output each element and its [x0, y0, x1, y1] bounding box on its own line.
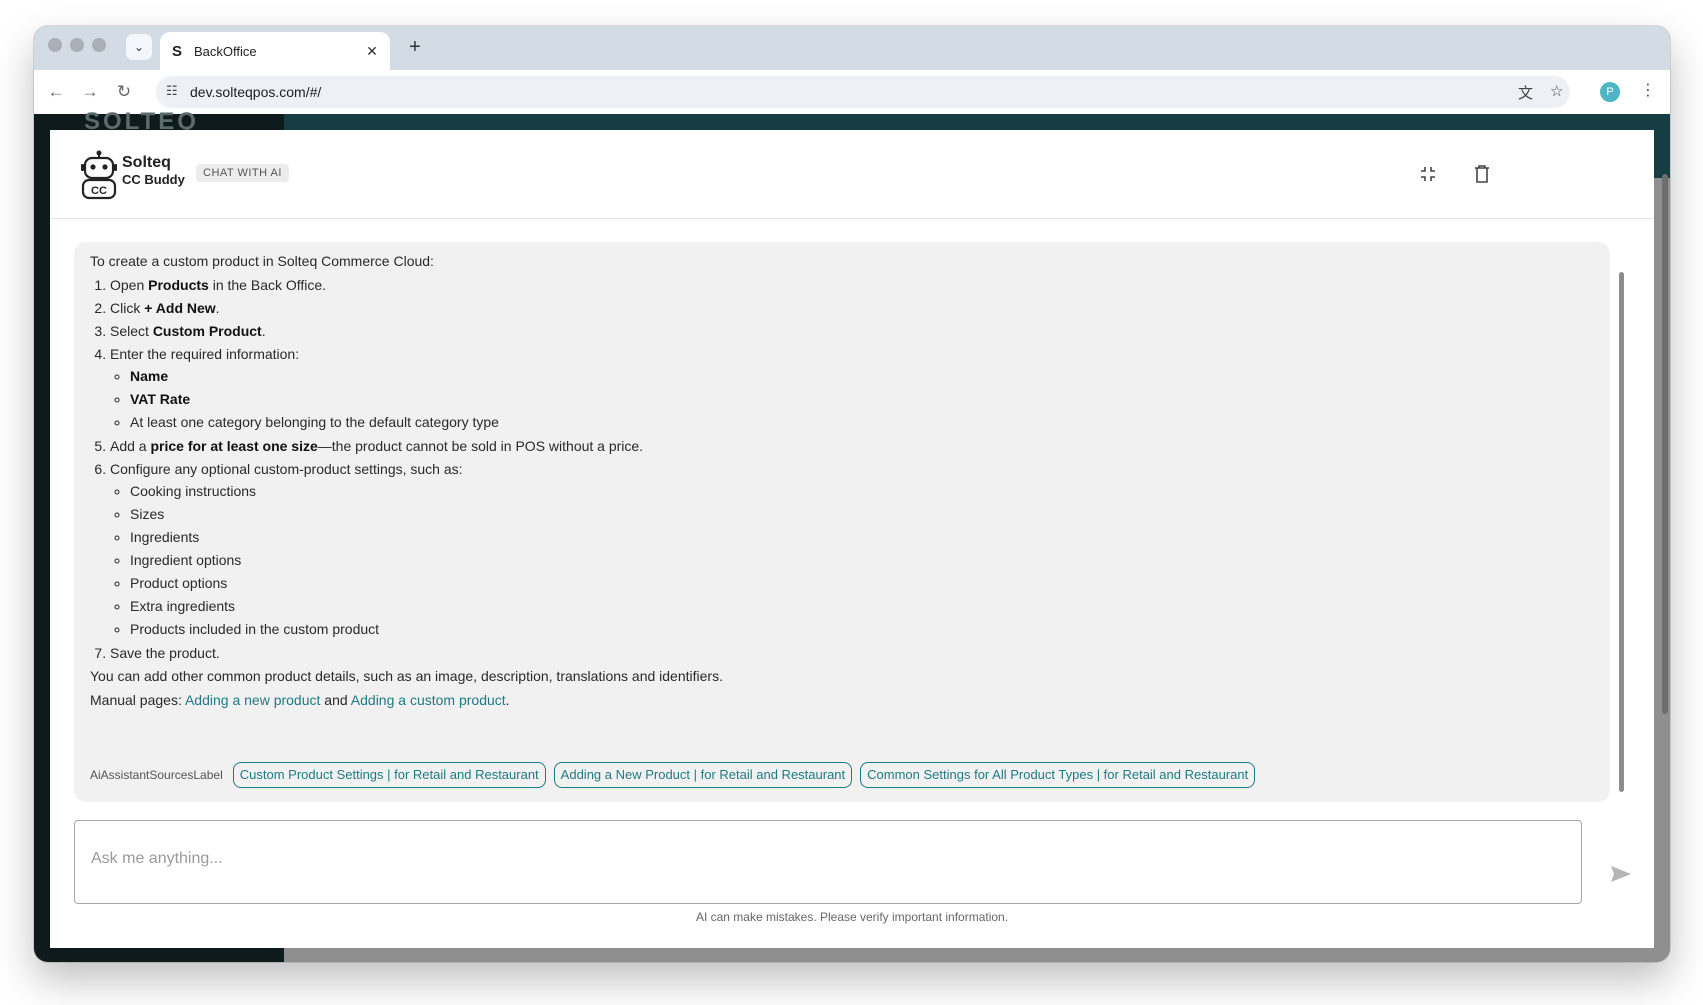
manual-pages: Manual pages: Adding a new product and A… — [90, 689, 1590, 711]
tab-dropdown-icon[interactable]: ⌄ — [126, 34, 152, 60]
source-chip[interactable]: Custom Product Settings | for Retail and… — [232, 762, 546, 788]
manual-link-custom-product[interactable]: Adding a custom product — [351, 692, 506, 708]
step-1: Open Products in the Back Office. — [110, 274, 1590, 296]
address-bar[interactable]: ☷ dev.solteqpos.com/#/ 文 ☆ — [156, 76, 1570, 108]
list-item: Cooking instructions — [130, 480, 1590, 502]
source-chip[interactable]: Adding a New Product | for Retail and Re… — [553, 762, 853, 788]
list-item: Name — [130, 365, 1590, 387]
message-content: To create a custom product in Solteq Com… — [90, 250, 1590, 713]
chat-header: CC Solteq CC Buddy CHAT WITH AI — [50, 130, 1654, 219]
step-1-pre: Open — [110, 277, 149, 293]
robot-icon: CC — [81, 150, 117, 200]
translate-icon[interactable]: 文 — [1518, 82, 1533, 103]
send-icon — [1611, 866, 1631, 882]
list-item-text: VAT Rate — [130, 391, 191, 407]
list-item: Ingredient options — [130, 549, 1590, 571]
list-item: VAT Rate — [130, 388, 1590, 410]
list-item: Products included in the custom product — [130, 618, 1590, 640]
minimize-window-button[interactable] — [70, 38, 84, 52]
minimize-icon — [1421, 167, 1435, 181]
step-6: Configure any optional custom-product se… — [110, 458, 1590, 640]
tab-strip: ⌄ S BackOffice ✕ + — [34, 26, 1670, 70]
step-5-pre: Add a — [110, 438, 151, 454]
disclaimer: AI can make mistakes. Please verify impo… — [695, 910, 1009, 924]
page-scrollbar[interactable] — [1662, 174, 1668, 714]
delete-icon — [1475, 165, 1489, 183]
chat-input[interactable] — [89, 849, 1563, 869]
step-5-bold: price for at least one size — [150, 438, 318, 454]
required-info-list: Name VAT Rate At least one category belo… — [110, 365, 1590, 433]
step-3-bold: Custom Product — [152, 323, 262, 339]
brand-name-line1: Solteq — [122, 154, 171, 171]
step-1-bold: Products — [148, 277, 209, 293]
step-4: Enter the required information: Name VAT… — [110, 343, 1590, 433]
step-6-text: Configure any optional custom-product se… — [110, 461, 463, 477]
message-intro: To create a custom product in Solteq Com… — [90, 253, 434, 269]
favicon-icon: S — [172, 42, 183, 60]
kebab-menu-icon[interactable]: ⋮ — [1640, 80, 1656, 100]
close-window-button[interactable] — [48, 38, 62, 52]
step-2: Click + Add New. — [110, 297, 1590, 319]
tab-title: BackOffice — [194, 43, 257, 59]
chat-input-box[interactable] — [74, 820, 1582, 904]
brand-name-line2: CC Buddy — [122, 172, 185, 187]
step-5: Add a price for at least one size—the pr… — [110, 435, 1590, 457]
list-item-text: Name — [130, 368, 169, 384]
brand-badge-text: CC — [91, 185, 107, 197]
step-4-text: Enter the required information: — [110, 346, 300, 362]
maximize-window-button[interactable] — [92, 38, 106, 52]
step-3-post: . — [261, 323, 266, 339]
sources-row: AiAssistantSourcesLabel Custom Product S… — [90, 762, 1256, 788]
list-item: Sizes — [130, 503, 1590, 525]
list-item: At least one category belonging to the d… — [130, 411, 1590, 433]
plus-icon[interactable]: + — [402, 34, 428, 60]
list-item: Extra ingredients — [130, 595, 1590, 617]
step-3: Select Custom Product. — [110, 320, 1590, 342]
step-5-post: —the product cannot be sold in POS witho… — [317, 438, 644, 454]
url-text: dev.solteqpos.com/#/ — [190, 84, 322, 100]
star-icon[interactable]: ☆ — [1550, 82, 1563, 100]
manual-link-new-product[interactable]: Adding a new product — [185, 692, 320, 708]
minimize-button[interactable] — [1414, 160, 1442, 188]
steps-list: Open Products in the Back Office. Click … — [90, 274, 1590, 664]
manual-prefix: Manual pages: — [90, 692, 185, 708]
reload-icon[interactable]: ↻ — [112, 80, 136, 104]
browser-window: ⌄ S BackOffice ✕ + ← → ↻ ☷ dev.solteqpos… — [34, 26, 1670, 962]
step-2-bold: + Add New — [144, 300, 216, 316]
message-note: You can add other common product details… — [90, 668, 723, 684]
site-settings-icon[interactable]: ☷ — [166, 83, 178, 99]
forward-icon[interactable]: → — [78, 80, 102, 104]
tab-backoffice[interactable]: S BackOffice ✕ — [160, 32, 390, 70]
assistant-message: To create a custom product in Solteq Com… — [74, 242, 1624, 802]
browser-toolbar: ← → ↻ ☷ dev.solteqpos.com/#/ 文 ☆ P ⋮ — [34, 70, 1670, 114]
step-2-pre: Click — [110, 300, 145, 316]
chat-with-ai-badge: CHAT WITH AI — [196, 164, 289, 182]
step-7: Save the product. — [110, 642, 1590, 664]
manual-and: and — [320, 692, 351, 708]
step-2-post: . — [215, 300, 220, 316]
step-3-pre: Select — [110, 323, 153, 339]
list-item: Ingredients — [130, 526, 1590, 548]
manual-suffix: . — [505, 692, 510, 708]
chat-modal: CC Solteq CC Buddy CHAT WITH AI To creat… — [50, 130, 1654, 948]
send-button[interactable] — [1606, 860, 1636, 888]
step-1-post: in the Back Office. — [208, 277, 327, 293]
close-icon[interactable]: ✕ — [362, 43, 382, 60]
back-icon[interactable]: ← — [44, 80, 68, 104]
brand-name: Solteq CC Buddy — [122, 154, 185, 188]
profile-avatar[interactable]: P — [1600, 82, 1620, 102]
optional-settings-list: Cooking instructions Sizes Ingredients I… — [110, 480, 1590, 640]
source-chip[interactable]: Common Settings for All Product Types | … — [860, 762, 1256, 788]
list-item: Product options — [130, 572, 1590, 594]
message-scrollbar[interactable] — [1619, 272, 1624, 792]
delete-button[interactable] — [1468, 160, 1496, 188]
sources-label: AiAssistantSourcesLabel — [90, 768, 223, 782]
